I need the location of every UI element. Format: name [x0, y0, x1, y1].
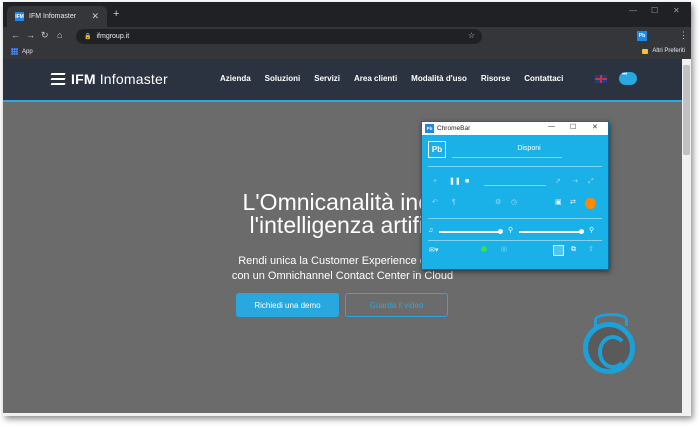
uk-flag-icon[interactable] — [595, 75, 607, 83]
redial-icon[interactable]: ↶ — [432, 199, 438, 206]
horizontal-scrollbar[interactable] — [3, 413, 691, 416]
upload-icon[interactable]: ⇧ — [588, 246, 594, 253]
nav-soluzioni[interactable]: Soluzioni — [265, 74, 301, 83]
nav-risorse[interactable]: Risorse — [481, 74, 510, 83]
chromebar-title: ChromeBar — [437, 125, 471, 132]
stop-icon[interactable]: ■ — [465, 178, 469, 185]
bookmark-star-icon[interactable]: ☆ — [468, 31, 475, 40]
site-nav: Azienda Soluzioni Servizi Area clienti M… — [220, 74, 577, 83]
chromebar-extension-icon[interactable]: Pb — [637, 31, 647, 41]
mic-volume-knob[interactable] — [579, 229, 584, 234]
bookmark-apps[interactable]: App — [11, 48, 33, 55]
close-window-icon[interactable]: ✕ — [673, 6, 680, 15]
bookmark-apps-label: App — [22, 48, 33, 55]
clipboard-icon[interactable]: ▣ — [555, 199, 562, 206]
forward-icon[interactable]: → — [26, 30, 35, 40]
brand-rest: Infomaster — [99, 71, 168, 87]
ifm-round-logo-icon[interactable] — [583, 313, 635, 374]
square-toggle[interactable] — [553, 245, 564, 256]
plus-icon[interactable]: + — [433, 178, 437, 185]
forward-call-icon[interactable]: ⇢ — [572, 178, 578, 185]
lock-icon: 🔒 — [84, 34, 92, 40]
chromebar-maximize-icon[interactable]: ☐ — [570, 123, 576, 131]
chromebar-close-icon[interactable]: ✕ — [592, 123, 598, 131]
home-icon[interactable]: ⌂ — [57, 30, 62, 40]
request-demo-button[interactable]: Richiedi una demo — [236, 293, 339, 317]
chromebar-minimize-icon[interactable]: — — [548, 123, 555, 130]
mic-volume-slider[interactable] — [519, 231, 581, 233]
chromebar-window: Pb ChromeBar — ☐ ✕ Pb Disponi + ❚❚ ■ ↗ ⇢… — [421, 121, 609, 270]
settings-icon[interactable]: ⚙ — [495, 199, 501, 206]
scrollbar-thumb[interactable] — [683, 65, 690, 155]
divider-1 — [428, 166, 602, 167]
watch-video-button[interactable]: Guarda il video — [345, 293, 448, 317]
nav-area-clienti[interactable]: Area clienti — [354, 74, 397, 83]
chromebar-title-icon: Pb — [425, 124, 434, 133]
expand-icon[interactable]: ⤢ — [588, 178, 594, 185]
header-underline — [3, 100, 682, 102]
hero-sub-line-2: con un Omnichannel Contact Center in Clo… — [231, 270, 454, 282]
microphone-icon: ⚲ — [508, 227, 514, 234]
nav-azienda[interactable]: Azienda — [220, 74, 251, 83]
maximize-icon[interactable]: ☐ — [651, 6, 658, 15]
close-tab-icon[interactable]: ✕ — [91, 11, 99, 22]
apps-grid-icon — [11, 48, 18, 55]
tab-favicon-icon: IFM — [15, 12, 24, 21]
menu-icon[interactable]: ⋮ — [679, 30, 688, 41]
presence-dot — [481, 246, 487, 252]
clock-icon[interactable]: ◷ — [511, 199, 517, 206]
back-icon[interactable]: ← — [11, 30, 20, 40]
divider-3 — [428, 240, 602, 241]
browser-toolbar: ← → ↻ ⌂ 🔒 ifmgroup.it ☆ — [3, 27, 691, 46]
call-input-line[interactable] — [484, 185, 546, 186]
hand-raise-icon[interactable] — [585, 198, 596, 209]
window-icon[interactable]: ⧉ — [571, 246, 576, 253]
swap-icon[interactable]: ⇄ — [570, 199, 576, 206]
nav-contattaci[interactable]: Contattaci — [524, 74, 563, 83]
ifm-logo-icon — [50, 73, 66, 85]
transfer-icon[interactable]: ↗ — [555, 178, 561, 185]
brand-strong: IFM — [71, 71, 96, 87]
tab-ifm[interactable]: IFM IFM Infomaster ✕ — [7, 6, 107, 27]
tab-title: IFM Infomaster — [29, 13, 77, 20]
mail-icon[interactable]: ✉▾ — [429, 247, 438, 254]
address-url: ifmgroup.it — [96, 33, 130, 40]
chromebar-titlebar[interactable]: Pb ChromeBar — ☐ ✕ — [422, 122, 608, 135]
divider-2 — [428, 218, 602, 219]
bookmark-other-label: Altri Preferiti — [652, 48, 685, 54]
bookmarks-bar: App Altri Preferiti — [3, 46, 691, 59]
mic-small-icon[interactable]: ¶ — [452, 199, 456, 206]
new-tab-icon[interactable]: + — [113, 8, 119, 20]
speaker-volume-knob[interactable] — [498, 229, 503, 234]
pause-icon[interactable]: ❚❚ — [449, 178, 461, 185]
status-underline — [452, 157, 562, 158]
bookmark-other[interactable]: Altri Preferiti — [642, 48, 685, 54]
site-header: IFM Infomaster Azienda Soluzioni Servizi… — [3, 59, 682, 102]
reload-icon[interactable]: ↻ — [41, 30, 49, 41]
vertical-scrollbar[interactable] — [682, 59, 691, 413]
nav-servizi[interactable]: Servizi — [314, 74, 340, 83]
chat-bubble-icon[interactable] — [619, 72, 637, 85]
folder-icon — [642, 48, 649, 54]
target-icon[interactable]: ◎ — [501, 246, 507, 253]
tab-strip: IFM IFM Infomaster ✕ + — ☐ ✕ — [3, 2, 691, 27]
site-logo[interactable]: IFM Infomaster — [50, 71, 168, 87]
chromebar-logo: Pb — [428, 141, 446, 158]
minimize-icon[interactable]: — — [629, 6, 637, 15]
nav-modalita-uso[interactable]: Modalità d'uso — [411, 74, 467, 83]
headphones-icon: ♫ — [428, 227, 434, 234]
speaker-volume-slider[interactable] — [439, 231, 501, 233]
agent-status[interactable]: Disponi — [450, 145, 608, 152]
address-bar[interactable]: 🔒 ifmgroup.it ☆ — [76, 29, 482, 44]
mic-settings-icon[interactable]: ⚲ — [589, 227, 594, 234]
